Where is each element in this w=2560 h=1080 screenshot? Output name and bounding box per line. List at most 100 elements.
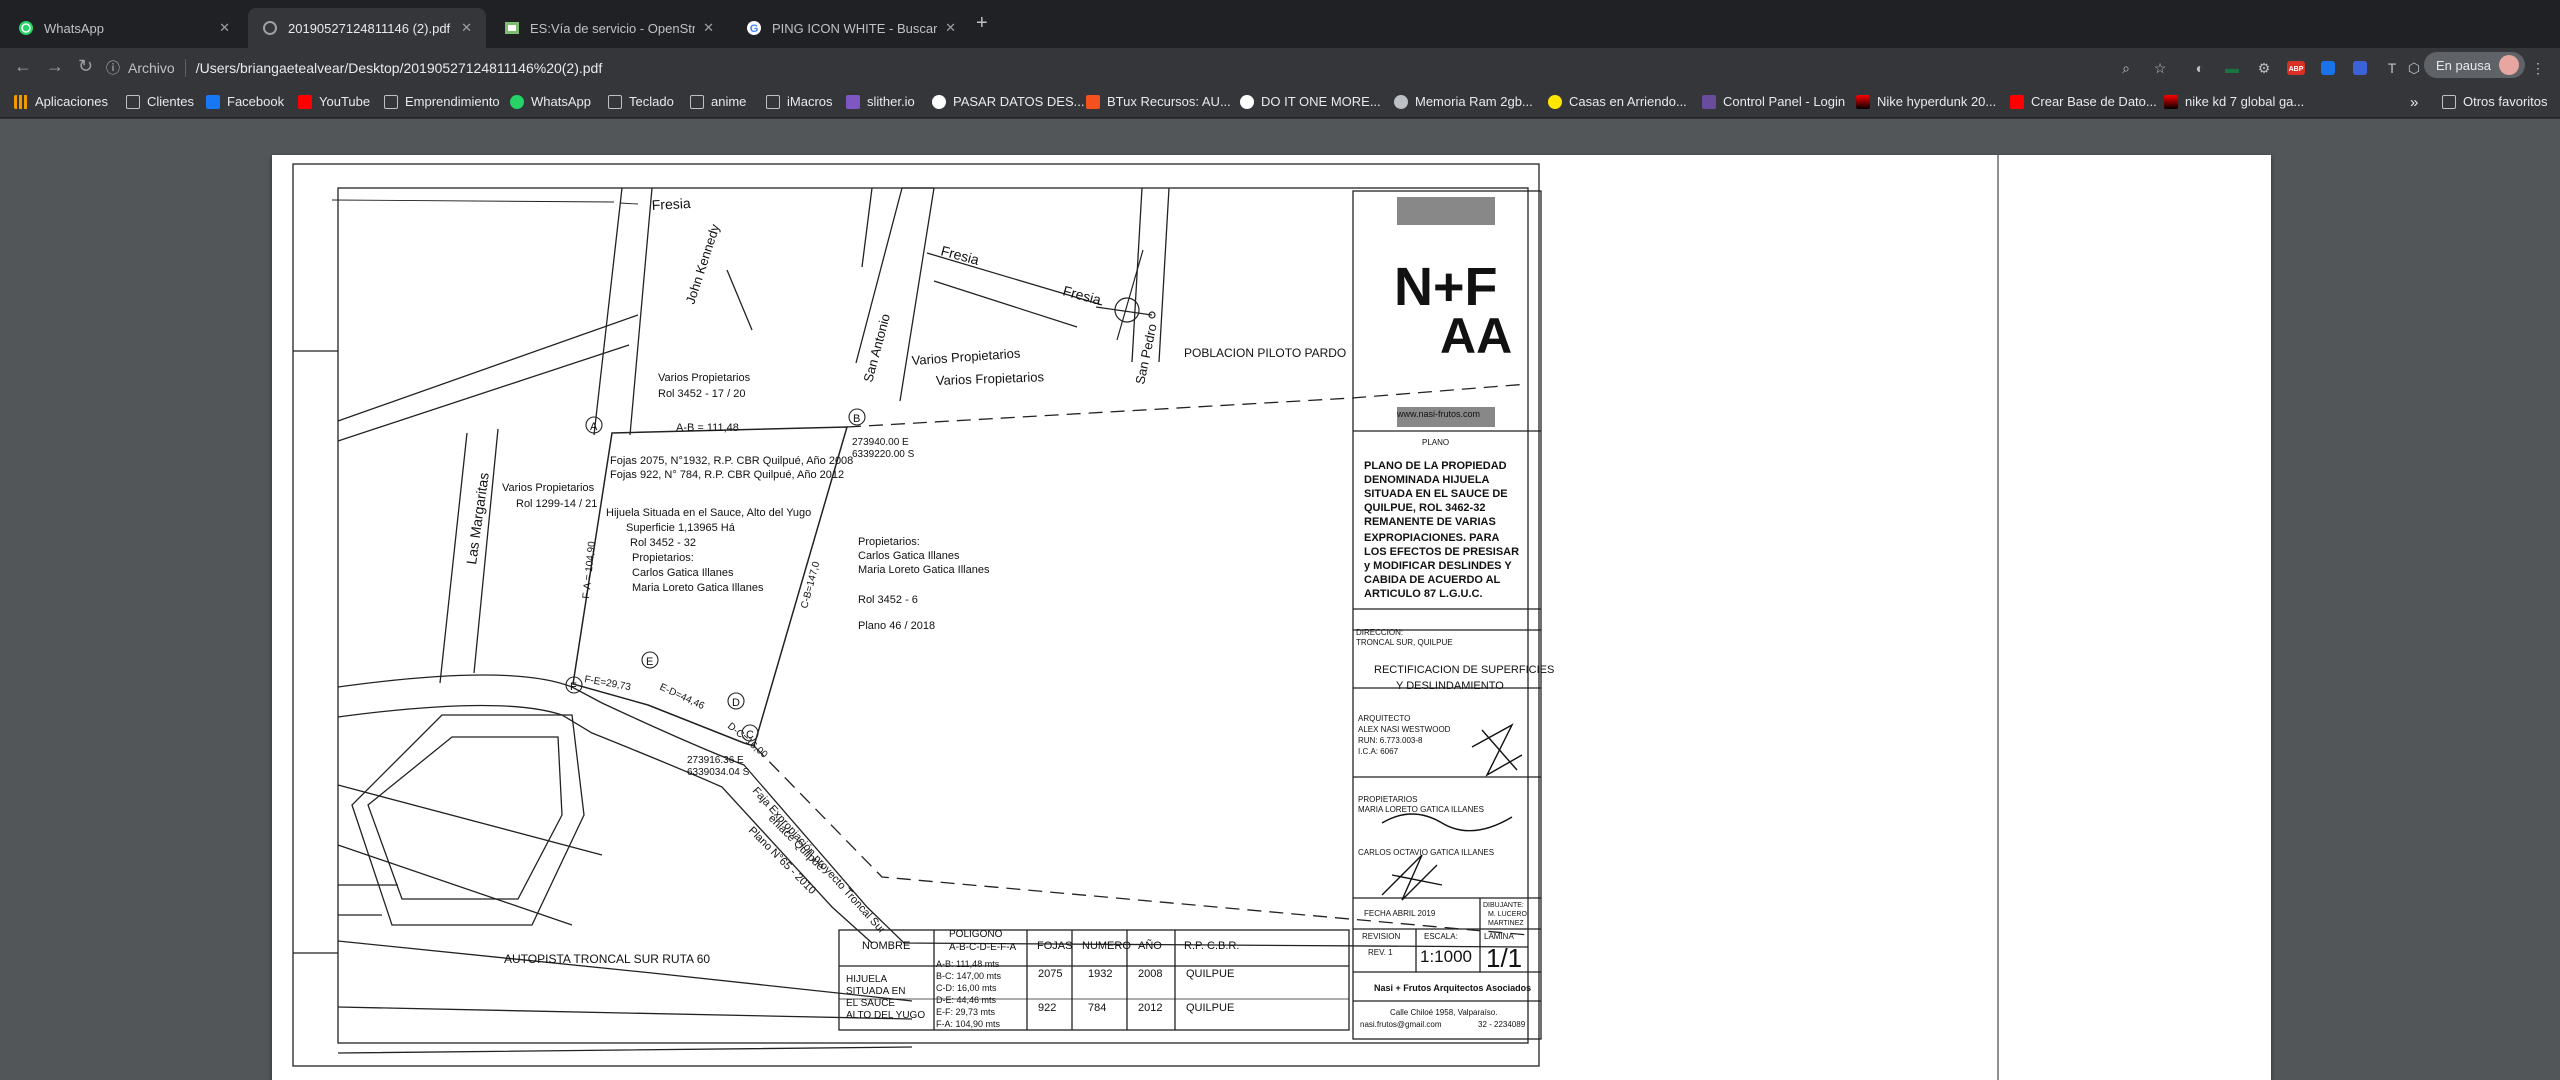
cartouche-label: I.C.A: 6067 (1358, 747, 1399, 756)
extension-icon[interactable]: ⬡ (2404, 58, 2424, 78)
tab-title: PING ICON WHITE - Buscar con Google (772, 20, 938, 36)
site-icon (1394, 94, 1408, 109)
bookmark[interactable]: PASAR DATOS DES... (932, 94, 1084, 109)
bookmark-apps[interactable]: Aplicaciones (14, 94, 108, 109)
bookmark[interactable]: Crear Base de Dato... (2010, 94, 2157, 109)
point-label: E (646, 656, 653, 668)
zoom-icon[interactable]: ⌕ (2116, 58, 2136, 78)
plan-graphic (593, 187, 653, 436)
street-label: Fresia (939, 242, 981, 268)
plan-graphic (337, 784, 603, 926)
close-icon[interactable]: ✕ (461, 20, 472, 36)
plan-title: y MODIFICAR DESLINDES Y (1364, 560, 1512, 572)
other-bookmarks[interactable]: Otros favoritos (2442, 94, 2548, 109)
coordinate-label: 6339220.00 S (852, 449, 915, 460)
bookmarks-bar: Aplicaciones Clientes Facebook YouTube E… (0, 88, 2560, 118)
bookmark[interactable]: DO IT ONE MORE... (1240, 94, 1381, 109)
svg-text:G: G (750, 23, 759, 35)
bookmark-label: WhatsApp (531, 94, 591, 109)
youtube-icon (2010, 94, 2024, 109)
divider (184, 59, 186, 77)
extension-icon[interactable] (2350, 58, 2370, 78)
tab-google[interactable]: G PING ICON WHITE - Buscar con Google ✕ (732, 8, 970, 48)
star-icon[interactable]: ☆ (2150, 58, 2170, 78)
cartouche-label: FECHA ABRIL 2019 (1364, 909, 1436, 918)
profile-button[interactable]: En pausa (2424, 52, 2525, 78)
bookmark[interactable]: slither.io (846, 94, 915, 109)
adblock-icon[interactable]: ABP (2286, 58, 2306, 78)
extension-icon[interactable] (2318, 58, 2338, 78)
plan-graphic (726, 187, 873, 331)
bookmark-label: PASAR DATOS DES... (953, 94, 1085, 109)
table-header: NUMERO (1082, 940, 1131, 952)
bookmark[interactable]: WhatsApp (510, 94, 591, 109)
table-cell: B-C: 147,00 mts (936, 971, 1002, 981)
bookmark[interactable]: YouTube (298, 94, 370, 109)
bookmark-folder[interactable]: anime (690, 94, 746, 109)
pdf-page: www.nasi-frutos.com Fresia Fresia Fresia… (272, 155, 2271, 1080)
google-icon (932, 94, 946, 109)
bookmark[interactable]: Memoria Ram 2gb... (1394, 94, 1533, 109)
table-cell: SITUADA EN (846, 986, 905, 997)
folder-icon (2442, 94, 2456, 109)
plan-graphic (1116, 249, 1144, 341)
folder-icon (384, 94, 398, 109)
bookmark-label: Control Panel - Login (1723, 94, 1846, 109)
parcel-label: Carlos Gatica Illanes (632, 567, 734, 579)
owners-label: Varios Propietarios (502, 482, 595, 494)
signature (1471, 723, 1523, 777)
tab-title: WhatsApp (44, 20, 104, 36)
firm-phone: 32 - 2234089 (1478, 1020, 1526, 1029)
scale-value: 1:1000 (1420, 947, 1472, 966)
reload-button[interactable]: ↻ (78, 56, 93, 77)
table-cell: D-E: 44,46 mts (936, 995, 997, 1005)
forward-button[interactable]: → (46, 56, 64, 77)
bookmark-label: Memoria Ram 2gb... (1415, 94, 1533, 109)
extension-icon[interactable]: ◐ (2190, 58, 2210, 78)
logo-text: AA (1440, 308, 1512, 364)
bookmark-folder[interactable]: Teclado (608, 94, 674, 109)
bookmark-folder[interactable]: Emprendimiento (384, 94, 500, 109)
gear-icon[interactable]: ⚙ (2254, 58, 2274, 78)
close-icon[interactable]: ✕ (945, 20, 956, 36)
table-header: POLIGONO (949, 929, 1003, 940)
bookmark[interactable]: BTux Recursos: AU... (1086, 94, 1231, 109)
text-icon[interactable]: T (2382, 58, 2402, 78)
extension-icon[interactable]: ▬ (2222, 58, 2242, 78)
bookmark[interactable]: nike kd 7 global ga... (2164, 94, 2304, 109)
fojas-label: Fojas 2075, N°1932, R.P. CBR Quilpué, Añ… (610, 455, 853, 467)
cartouche-label: PLANO (1422, 438, 1449, 447)
bookmark[interactable]: Control Panel - Login (1702, 94, 1845, 109)
bookmark-folder[interactable]: Clientes (126, 94, 194, 109)
back-button[interactable]: ← (14, 56, 32, 77)
distance-label: E-D=44,46 (658, 682, 707, 712)
close-icon[interactable]: ✕ (703, 20, 714, 36)
plan-graphic (337, 1006, 913, 1054)
bookmark-label: Emprendimiento (405, 94, 500, 109)
plan-title: PLANO DE LA PROPIEDAD (1364, 460, 1507, 472)
address-bar[interactable]: ⓘ Archivo /Users/briangaetealvear/Deskto… (106, 53, 2386, 83)
owners-label: Rol 3452 - 17 / 20 (658, 388, 745, 400)
parcel-label: Carlos Gatica Illanes (858, 550, 960, 562)
info-icon[interactable]: ⓘ (106, 58, 120, 78)
street-label: San Antonio (860, 312, 893, 384)
bookmark[interactable]: Casas en Arriendo... (1548, 94, 1687, 109)
plan-title: QUILPUE, ROL 3462-32 (1364, 502, 1485, 514)
bookmark-folder[interactable]: iMacros (766, 94, 833, 109)
site-icon (1856, 94, 1870, 109)
menu-icon[interactable]: ⋮ (2528, 58, 2548, 78)
bookmark[interactable]: Nike hyperdunk 20... (1856, 94, 1996, 109)
bookmark-label: anime (711, 94, 747, 109)
tab-pdf[interactable]: 20190527124811146 (2).pdf ✕ (248, 8, 486, 48)
new-tab-button[interactable]: + (976, 12, 988, 35)
folder-icon (608, 94, 622, 109)
bookmark[interactable]: Facebook (206, 94, 284, 109)
url-text[interactable]: /Users/briangaetealvear/Desktop/20190527… (196, 60, 603, 76)
site-plan-drawing: www.nasi-frutos.com Fresia Fresia Fresia… (292, 155, 1999, 1080)
more-bookmarks-button[interactable]: » (2410, 94, 2418, 111)
cartouche-label: M. LUCERO (1488, 911, 1527, 918)
google-icon: G (746, 20, 762, 36)
close-icon[interactable]: ✕ (219, 20, 230, 36)
tab-osm[interactable]: ES:Vía de servicio - OpenStreetMap ✕ (490, 8, 728, 48)
tab-whatsapp[interactable]: WhatsApp ✕ (4, 8, 244, 48)
